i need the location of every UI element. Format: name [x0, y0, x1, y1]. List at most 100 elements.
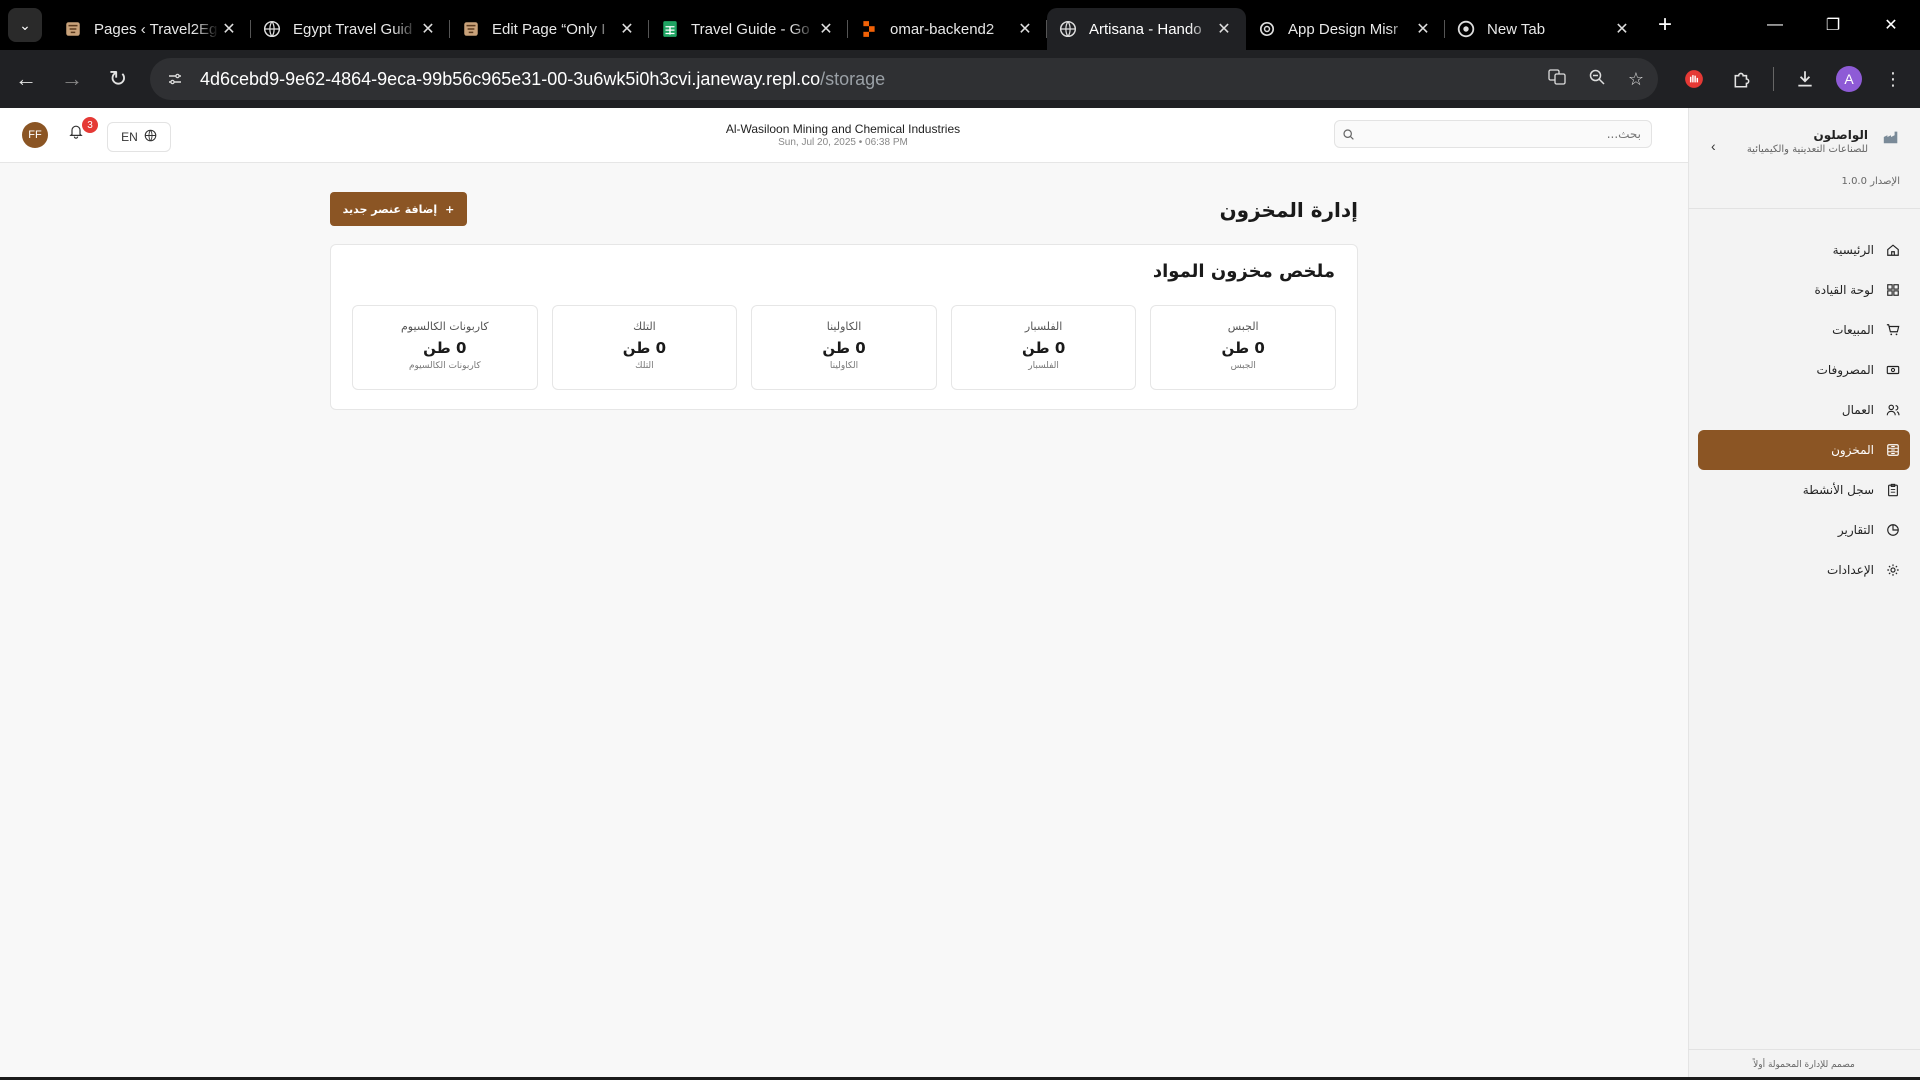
- address-bar[interactable]: 4d6cebd9-9e62-4864-9eca-99b56c965e31-00-…: [150, 58, 1658, 100]
- add-item-button[interactable]: + إضافة عنصر جديد: [330, 192, 467, 226]
- close-tab-icon[interactable]: ✕: [418, 19, 438, 39]
- collapse-sidebar-icon[interactable]: ›: [1711, 138, 1716, 154]
- sidebar-item-label: العمال: [1841, 403, 1874, 417]
- sidebar-item-reports[interactable]: التقارير: [1698, 510, 1910, 550]
- new-tab-icon[interactable]: +: [1658, 11, 1672, 39]
- close-tab-icon[interactable]: ✕: [816, 19, 836, 39]
- material-quantity: 0 طن: [822, 339, 866, 357]
- sidebar-item-dashboard[interactable]: لوحة القيادة: [1698, 270, 1910, 310]
- sidebar-item-label: لوحة القيادة: [1814, 283, 1875, 297]
- tab-search-button[interactable]: ⌄: [8, 8, 42, 42]
- storage-icon: [1886, 443, 1900, 457]
- browser-tab-active[interactable]: Artisana - Hando ✕: [1047, 8, 1246, 50]
- window-controls: — ❐ ✕: [1746, 0, 1920, 50]
- profile-avatar[interactable]: A: [1836, 66, 1862, 92]
- zoom-out-icon[interactable]: [1588, 68, 1606, 91]
- replit-tab-icon: [860, 20, 878, 38]
- close-window-icon[interactable]: ✕: [1862, 0, 1920, 50]
- url-path: /storage: [820, 68, 886, 89]
- restore-icon[interactable]: ❐: [1804, 0, 1862, 50]
- close-tab-icon[interactable]: ✕: [1015, 19, 1035, 39]
- tab-title: New Tab: [1487, 20, 1546, 38]
- browser-tab[interactable]: Egypt Travel Guid ✕: [251, 8, 450, 50]
- url-host: 4d6cebd9-9e62-4864-9eca-99b56c965e31-00-…: [200, 68, 821, 89]
- sidebar-item-label: المصروفات: [1816, 363, 1874, 377]
- material-subtitle: التلك: [635, 361, 654, 371]
- tab-title: Travel Guide - Go: [691, 20, 810, 38]
- tab-title: Artisana - Hando: [1089, 20, 1202, 38]
- pie-chart-icon: [1886, 523, 1900, 537]
- search-input[interactable]: [1361, 126, 1651, 142]
- language-toggle[interactable]: EN: [107, 122, 171, 152]
- sidebar-item-label: الرئيسية: [1832, 243, 1874, 257]
- sidebar-item-sales[interactable]: المبيعات: [1698, 310, 1910, 350]
- brand-subtitle: للصناعات التعدينية والكيميائية: [1746, 144, 1868, 155]
- kebab-menu-icon[interactable]: ⋮: [1876, 62, 1910, 96]
- toolbar-divider: [1773, 67, 1774, 91]
- clipboard-icon: [1886, 483, 1900, 497]
- app-version: الإصدار 1.0.0: [1841, 176, 1900, 187]
- browser-tab[interactable]: Travel Guide - Go ✕: [649, 8, 848, 50]
- sidebar-item-label: المخزون: [1831, 443, 1874, 457]
- sidebar-item-workers[interactable]: العمال: [1698, 390, 1910, 430]
- sidebar-item-label: سجل الأنشطة: [1802, 483, 1874, 497]
- add-item-label: إضافة عنصر جديد: [342, 202, 438, 216]
- browser-tab[interactable]: Pages ‹ Travel2Eg ✕: [52, 8, 251, 50]
- material-subtitle: الجبس: [1230, 361, 1256, 371]
- wordpress-tab-icon: [462, 20, 480, 38]
- close-tab-icon[interactable]: ✕: [1612, 19, 1632, 39]
- forward-arrow-icon[interactable]: →: [52, 59, 92, 99]
- money-icon: [1886, 363, 1900, 377]
- plus-icon: +: [445, 202, 455, 216]
- sidebar-footer: مصمم للإدارة المحمولة أولاً: [1688, 1049, 1920, 1080]
- tab-title: App Design Misr: [1288, 20, 1399, 38]
- close-tab-icon[interactable]: ✕: [617, 19, 637, 39]
- gear-icon: [1886, 563, 1900, 577]
- brand: الواصلون للصناعات التعدينية والكيميائية: [1747, 128, 1900, 155]
- close-tab-icon[interactable]: ✕: [219, 19, 239, 39]
- current-datetime: Sun, Jul 20, 2025 • 06:38 PM: [778, 137, 908, 148]
- user-avatar[interactable]: FF: [22, 122, 48, 148]
- material-name: كاربونات الكالسيوم: [400, 320, 489, 333]
- tab-title: Egypt Travel Guid: [293, 20, 413, 38]
- material-name: الكاولينا: [826, 320, 862, 333]
- browser-tab[interactable]: New Tab ✕: [1445, 8, 1644, 50]
- back-arrow-icon[interactable]: ←: [6, 59, 46, 99]
- close-tab-icon[interactable]: ✕: [1214, 19, 1234, 39]
- search-box: [1334, 120, 1652, 148]
- sidebar-item-storage[interactable]: المخزون: [1698, 430, 1910, 470]
- material-card-gypsum: الجبس 0 طن الجبس: [1150, 305, 1336, 390]
- page-title: إدارة المخزون: [1219, 198, 1358, 222]
- translate-icon[interactable]: [1548, 68, 1566, 91]
- sidebar-item-settings[interactable]: الإعدادات: [1698, 550, 1910, 590]
- app-header: FF 3 EN Al-Wasiloon Mining and Chemical …: [0, 108, 1688, 163]
- sidebar-item-label: التقارير: [1837, 523, 1874, 537]
- material-subtitle: الفلسبار: [1028, 361, 1059, 371]
- chrome-tab-icon: [1457, 20, 1475, 38]
- material-card-kaolin: الكاولينا 0 طن الكاولينا: [751, 305, 937, 390]
- minimize-icon[interactable]: —: [1746, 0, 1804, 50]
- material-subtitle: الكاولينا: [829, 361, 859, 371]
- company-name: Al-Wasiloon Mining and Chemical Industri…: [725, 122, 961, 136]
- chevron-down-icon: ⌄: [19, 16, 31, 33]
- material-quantity: 0 طن: [1221, 339, 1265, 357]
- browser-tab[interactable]: omar-backend2 ✕: [848, 8, 1047, 50]
- sidebar-item-home[interactable]: الرئيسية: [1698, 230, 1910, 270]
- browser-tab[interactable]: Edit Page “Only I ✕: [450, 8, 649, 50]
- sidebar-item-expenses[interactable]: المصروفات: [1698, 350, 1910, 390]
- bookmark-star-icon[interactable]: ☆: [1628, 69, 1644, 90]
- material-quantity: 0 طن: [1021, 339, 1066, 357]
- extension-hand-icon[interactable]: [1677, 62, 1711, 96]
- extensions-puzzle-icon[interactable]: [1725, 62, 1759, 96]
- sidebar-item-activity-log[interactable]: سجل الأنشطة: [1698, 470, 1910, 510]
- tab-title: Edit Page “Only I: [492, 20, 606, 38]
- inventory-summary-card: ملخص مخزون المواد الجبس 0 طن الجبس الفلس…: [330, 244, 1358, 410]
- download-icon[interactable]: [1788, 62, 1822, 96]
- reload-icon[interactable]: ↻: [98, 59, 138, 99]
- toolbar-actions: A ⋮: [1677, 50, 1910, 108]
- browser-tab[interactable]: App Design Misr ✕: [1246, 8, 1445, 50]
- site-settings-icon[interactable]: [160, 64, 190, 94]
- notification-badge: 3: [82, 117, 98, 133]
- close-tab-icon[interactable]: ✕: [1413, 19, 1433, 39]
- material-name: الجبس: [1227, 320, 1259, 333]
